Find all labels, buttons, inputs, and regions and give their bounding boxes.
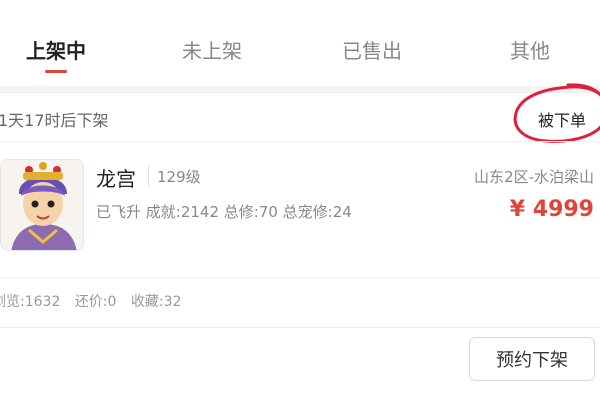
tab-sold[interactable]: 已售出: [336, 36, 408, 66]
divider: [0, 327, 600, 328]
role-name: 龙宫: [96, 167, 136, 191]
delist-countdown: 1天17时后下架: [0, 111, 109, 130]
views-count: 浏览:1632: [0, 294, 61, 310]
tab-bar: 上架中 未上架 已售出 其他: [0, 0, 600, 86]
active-tab-indicator: [45, 70, 67, 73]
level-separator: [148, 165, 149, 187]
favorites-count: 收藏:32: [130, 294, 182, 310]
listing-card[interactable]: 1天17时后下架 被下单 龙宫 129级 山东2区-水泊梁山 已飞升 成就:21…: [0, 83, 600, 400]
role-stats: 已飞升 成就:2142 总修:70 总宠修:24: [96, 203, 352, 221]
cartoon-character-avatar-icon: [1, 160, 83, 250]
bargains-count: 还价:0: [74, 294, 117, 310]
role-thumbnail[interactable]: [0, 159, 84, 251]
divider: [0, 141, 600, 142]
role-level: 129级: [157, 168, 201, 186]
listing-notice-row: 1天17时后下架 被下单: [0, 83, 600, 143]
listing-counts: 浏览:1632 还价:0 收藏:32: [0, 291, 191, 311]
divider: [0, 277, 600, 278]
tab-not-listed[interactable]: 未上架: [176, 36, 248, 66]
tab-other[interactable]: 其他: [500, 36, 560, 66]
schedule-delist-button[interactable]: 预约下架: [469, 337, 595, 381]
server-name: 山东2区-水泊梁山: [474, 168, 594, 186]
status-badge: 被下单: [538, 111, 587, 130]
price: ¥ 4999: [509, 197, 594, 222]
tab-on-sale[interactable]: 上架中: [20, 36, 92, 66]
